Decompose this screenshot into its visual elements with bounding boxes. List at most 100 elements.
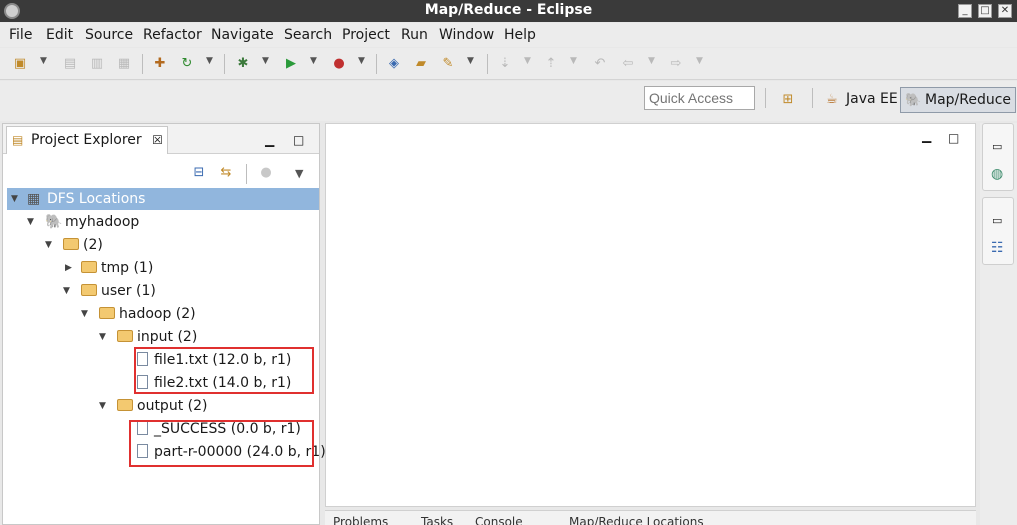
- menu-source[interactable]: Source: [85, 27, 133, 43]
- new-icon[interactable]: ▣: [12, 56, 28, 72]
- window-title: Map/Reduce - Eclipse: [424, 2, 593, 18]
- perspective-java-ee[interactable]: ☕ Java EE: [822, 87, 902, 113]
- last-edit-icon[interactable]: ↶: [592, 56, 608, 72]
- refresh-dropdown-icon[interactable]: ▼: [206, 56, 213, 66]
- expanded-twistie-icon[interactable]: ▼: [45, 234, 52, 256]
- collapsed-twistie-icon[interactable]: ▶: [65, 257, 72, 279]
- restore-icon[interactable]: ▭: [992, 214, 1002, 227]
- perspective-map-reduce[interactable]: 🐘 Map/Reduce: [900, 87, 1017, 113]
- folder-icon: [63, 238, 79, 250]
- build-icon[interactable]: ✚: [152, 56, 168, 72]
- open-perspective-icon[interactable]: ⊞: [780, 92, 796, 108]
- close-window-icon[interactable]: ✕: [998, 4, 1012, 18]
- back-dropdown-icon[interactable]: ▼: [648, 56, 655, 66]
- tree-item-label: myhadoop: [65, 214, 140, 230]
- debug-icon[interactable]: ✱: [235, 56, 251, 72]
- menu-help[interactable]: Help: [504, 27, 536, 43]
- project-explorer-view: ▤ Project Explorer ☒ ▁ □ ⊟ ⇆ ● ▼ ▼ ▦ DFS…: [2, 123, 326, 525]
- folder-icon: [81, 261, 97, 273]
- open-type-icon[interactable]: ◈: [386, 56, 402, 72]
- tab-problems[interactable]: Problems: [333, 515, 388, 525]
- menu-run[interactable]: Run: [401, 27, 428, 43]
- menu-search[interactable]: Search: [284, 27, 332, 43]
- save-all-icon[interactable]: ▥: [89, 56, 105, 72]
- minimize-editor-icon[interactable]: ▁: [922, 129, 931, 143]
- forward-dropdown-icon[interactable]: ▼: [696, 56, 703, 66]
- folder-icon: [117, 399, 133, 411]
- maximize-editor-icon[interactable]: □: [948, 131, 959, 145]
- back-icon[interactable]: ⇦: [620, 56, 636, 72]
- open-folder-icon[interactable]: ▰: [413, 56, 429, 72]
- tree-item-label: tmp (1): [101, 260, 154, 276]
- expanded-twistie-icon[interactable]: ▼: [11, 188, 18, 210]
- view-menu-icon[interactable]: ▼: [295, 167, 303, 180]
- link-with-editor-icon[interactable]: ⇆: [218, 165, 234, 181]
- editor-area[interactable]: ▁ □: [325, 123, 976, 507]
- highlight-box-output-files: [129, 420, 314, 467]
- expanded-twistie-icon[interactable]: ▼: [27, 211, 34, 233]
- dfs-icon: ▦: [27, 191, 41, 207]
- right-trim-bar: ▭ ◍ ▭ ☷: [980, 123, 1017, 525]
- pin-dropdown-icon[interactable]: ▼: [467, 56, 474, 66]
- collapse-all-icon[interactable]: ⊟: [191, 165, 207, 181]
- expanded-twistie-icon[interactable]: ▼: [63, 280, 70, 302]
- menu-navigate[interactable]: Navigate: [211, 27, 274, 43]
- external-tools-dropdown-icon[interactable]: ▼: [358, 56, 365, 66]
- toolbar-separator: [224, 54, 225, 74]
- tree-item-label: user (1): [101, 283, 156, 299]
- menu-file[interactable]: File: [9, 27, 32, 43]
- debug-dropdown-icon[interactable]: ▼: [262, 56, 269, 66]
- tree-item-label: input (2): [137, 329, 198, 345]
- next-annotation-dropdown-icon[interactable]: ▼: [524, 56, 531, 66]
- project-explorer-tab-label: Project Explorer: [31, 132, 142, 148]
- tab-project-explorer[interactable]: ▤ Project Explorer ☒: [6, 126, 168, 154]
- run-dropdown-icon[interactable]: ▼: [310, 56, 317, 66]
- tab-map-reduce-locations[interactable]: Map/Reduce Locations: [569, 515, 704, 525]
- java-ee-icon: ☕: [826, 92, 838, 107]
- trim-stack-bottom: ▭ ☷: [982, 197, 1014, 265]
- prev-annotation-dropdown-icon[interactable]: ▼: [570, 56, 577, 66]
- tree-item-dfs-locations[interactable]: ▼ ▦ DFS Locations: [7, 188, 319, 210]
- maximize-window-icon[interactable]: □: [978, 4, 992, 18]
- expanded-twistie-icon[interactable]: ▼: [81, 303, 88, 325]
- expanded-twistie-icon[interactable]: ▼: [99, 326, 106, 348]
- toolbar-separator: [376, 54, 377, 74]
- minimize-window-icon[interactable]: _: [958, 4, 972, 18]
- elephant-icon: 🐘: [905, 93, 922, 108]
- menu-edit[interactable]: Edit: [46, 27, 73, 43]
- expanded-twistie-icon[interactable]: ▼: [99, 395, 106, 417]
- menu-refactor[interactable]: Refactor: [143, 27, 202, 43]
- view-toolbar-separator: [246, 164, 247, 184]
- title-bar: Map/Reduce - Eclipse _ □ ✕: [0, 0, 1017, 22]
- restore-icon[interactable]: ▭: [992, 140, 1002, 153]
- save-icon[interactable]: ▤: [62, 56, 78, 72]
- forward-icon[interactable]: ⇨: [668, 56, 684, 72]
- project-explorer-icon: ▤: [12, 133, 24, 147]
- perspective-map-reduce-label: Map/Reduce: [925, 92, 1012, 108]
- refresh-icon[interactable]: ↻: [179, 56, 195, 72]
- close-tab-icon[interactable]: ☒: [152, 133, 163, 147]
- project-explorer-tab-header: ▤ Project Explorer ☒ ▁ □: [3, 124, 319, 154]
- print-icon[interactable]: ▦: [116, 56, 132, 72]
- external-tools-icon[interactable]: ●: [331, 56, 347, 72]
- folder-icon: [117, 330, 133, 342]
- outline-icon[interactable]: ◍: [991, 166, 1003, 182]
- filter-icon[interactable]: ●: [258, 165, 274, 181]
- prev-annotation-icon[interactable]: ⇡: [543, 56, 559, 72]
- pin-icon[interactable]: ✎: [440, 56, 456, 72]
- menu-project[interactable]: Project: [342, 27, 390, 43]
- highlight-box-input-files: [134, 347, 314, 394]
- tab-console[interactable]: Console: [475, 515, 523, 525]
- run-icon[interactable]: ▶: [283, 56, 299, 72]
- quick-access-input[interactable]: [644, 86, 755, 110]
- new-dropdown-icon[interactable]: ▼: [40, 56, 47, 66]
- perspective-separator: [812, 88, 813, 108]
- menu-window[interactable]: Window: [439, 27, 494, 43]
- tree-item-label: DFS Locations: [47, 191, 146, 207]
- toolbar-separator: [142, 54, 143, 74]
- maximize-view-icon[interactable]: □: [293, 133, 304, 147]
- minimize-view-icon[interactable]: ▁: [265, 133, 274, 147]
- next-annotation-icon[interactable]: ⇣: [497, 56, 513, 72]
- tab-tasks[interactable]: Tasks: [421, 515, 453, 525]
- task-list-icon[interactable]: ☷: [991, 240, 1004, 256]
